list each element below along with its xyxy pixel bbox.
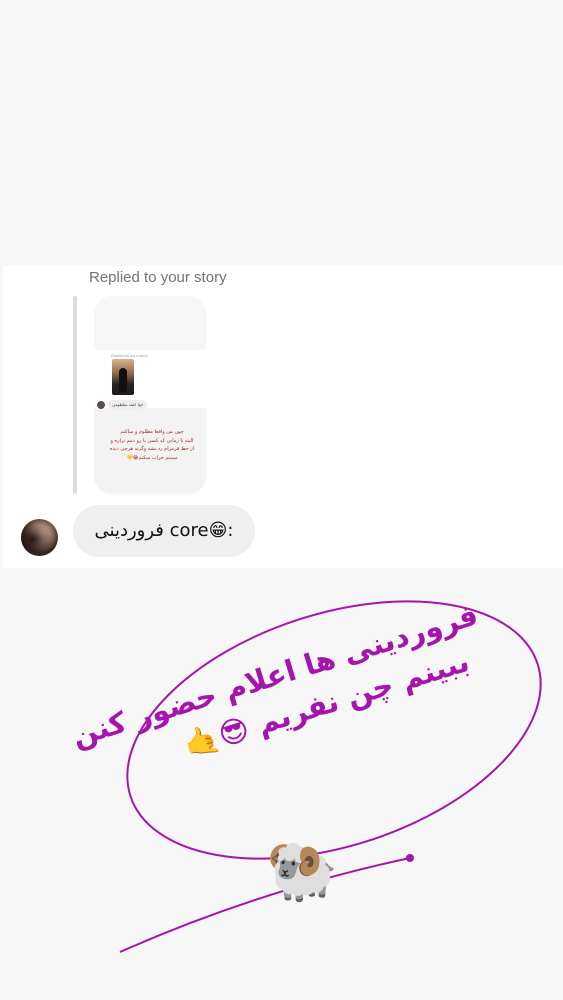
sheep-sticker: 🐏: [266, 836, 339, 904]
line-end-dot: [406, 854, 414, 862]
drawn-line: [119, 857, 411, 953]
